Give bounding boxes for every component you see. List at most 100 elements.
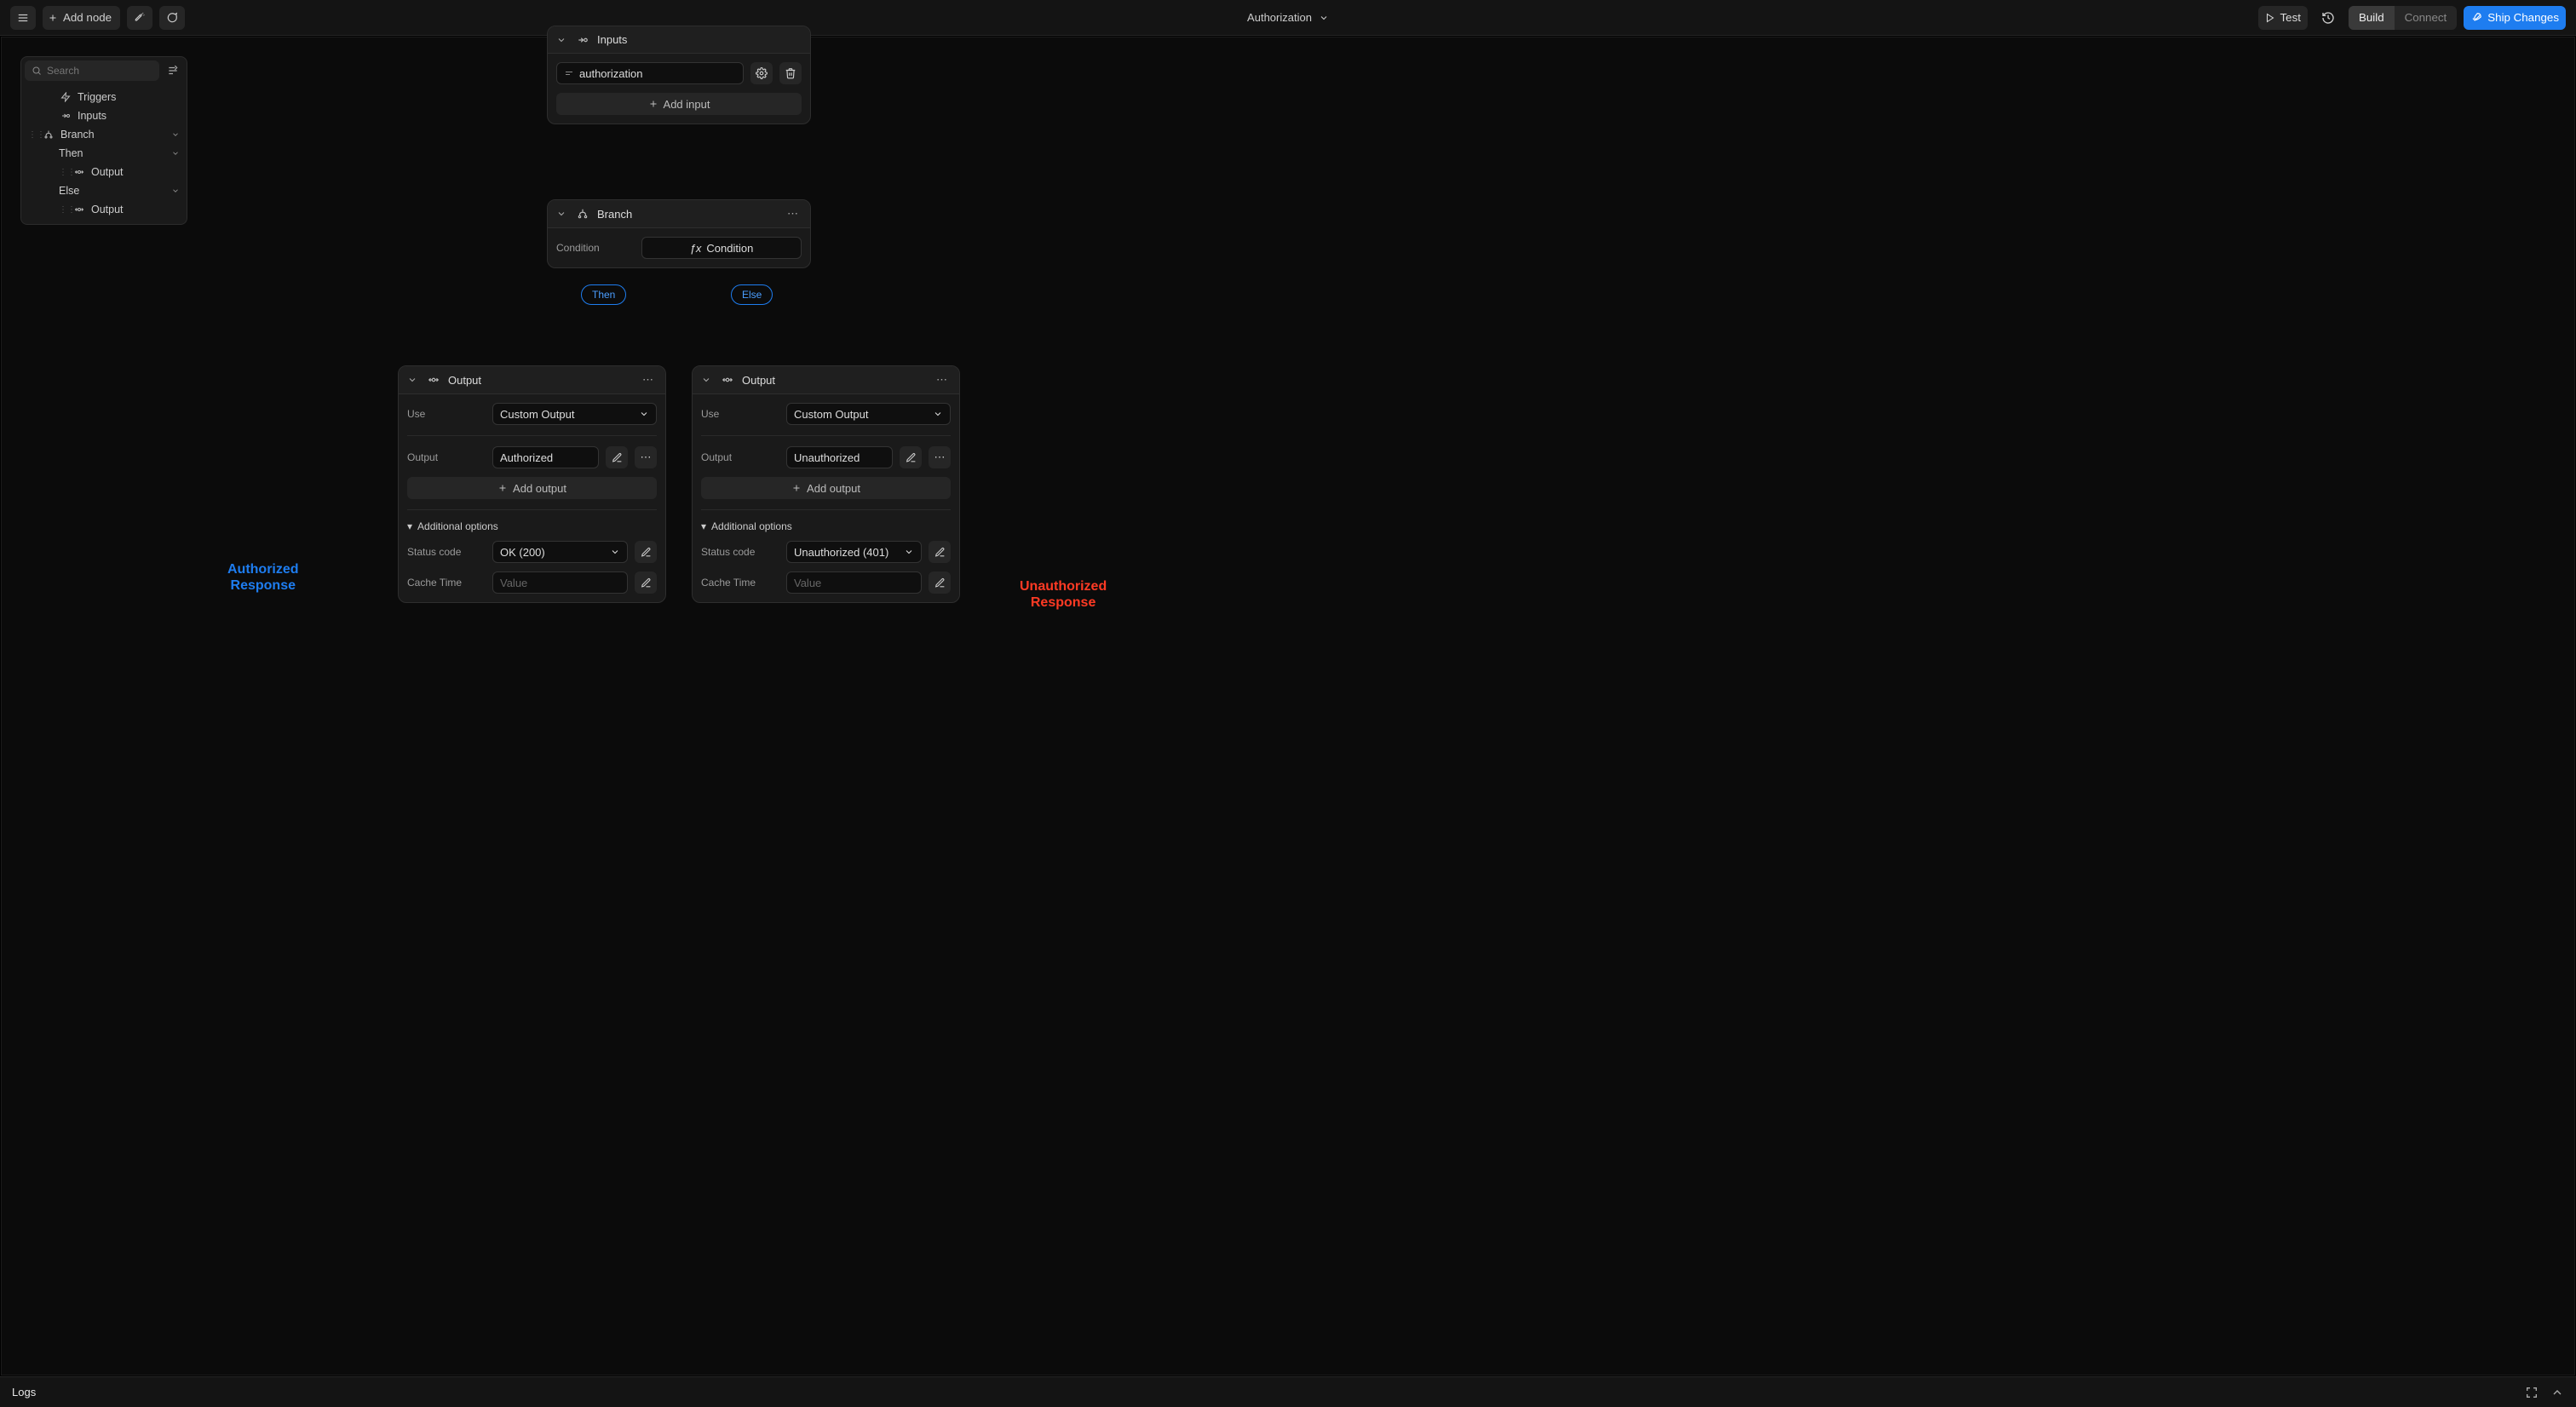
chevron-down-icon[interactable] <box>701 375 713 385</box>
chevron-down-icon <box>904 547 914 557</box>
plus-icon <box>497 483 508 493</box>
comment-icon <box>166 12 178 24</box>
annotation-unauthorized: Unauthorized Response <box>1020 578 1107 611</box>
add-input-label: Add input <box>664 98 710 111</box>
status-code-label: Status code <box>701 546 779 558</box>
caret-down-icon: ▾ <box>701 520 706 532</box>
expand-up-button[interactable] <box>2550 1386 2564 1399</box>
more-button[interactable]: ⋯ <box>929 446 951 468</box>
use-select[interactable]: Custom Output <box>492 403 657 425</box>
status-code-select[interactable]: Unauthorized (401) <box>786 541 922 563</box>
edit-button[interactable] <box>929 571 951 594</box>
edit-button[interactable] <box>635 541 657 563</box>
condition-label: Condition <box>556 242 635 254</box>
branch-then-pill[interactable]: Then <box>581 284 626 305</box>
plus-icon <box>48 13 58 23</box>
additional-options-label: Additional options <box>417 520 498 532</box>
node-output-authorized[interactable]: Output ⋯ Use Custom Output Output <box>398 365 666 603</box>
logs-label[interactable]: Logs <box>12 1386 36 1398</box>
additional-options-label: Additional options <box>711 520 792 532</box>
menu-button[interactable] <box>10 6 36 30</box>
cache-time-field[interactable]: Value <box>786 571 922 594</box>
status-code-label: Status code <box>407 546 486 558</box>
ship-label: Ship Changes <box>2487 11 2559 24</box>
node-title: Output <box>742 374 926 387</box>
output-label: Output <box>701 451 779 463</box>
edit-button[interactable] <box>606 446 628 468</box>
menu-icon <box>17 12 29 24</box>
cache-time-placeholder: Value <box>500 577 620 589</box>
history-button[interactable] <box>2314 6 2342 30</box>
chevron-down-icon <box>610 547 620 557</box>
settings-button[interactable] <box>750 62 773 84</box>
output-value-field[interactable]: Authorized <box>492 446 599 468</box>
edit-button[interactable] <box>635 571 657 594</box>
add-output-button[interactable]: Add output <box>407 477 657 499</box>
output-icon <box>720 374 735 386</box>
more-button[interactable]: ⋯ <box>933 373 951 387</box>
output-label: Output <box>407 451 486 463</box>
chevron-down-icon[interactable] <box>556 209 568 219</box>
output-icon <box>426 374 441 386</box>
page-title-group[interactable]: Authorization <box>1247 11 1329 24</box>
chevron-down-icon <box>933 409 943 419</box>
input-field-authorization[interactable]: authorization <box>556 62 744 84</box>
use-select[interactable]: Custom Output <box>786 403 951 425</box>
comment-button[interactable] <box>159 6 185 30</box>
additional-options-toggle[interactable]: ▾ Additional options <box>407 520 657 532</box>
branch-else-pill[interactable]: Else <box>731 284 773 305</box>
fullscreen-button[interactable] <box>2525 1386 2539 1399</box>
play-icon <box>2265 13 2275 23</box>
add-node-button[interactable]: Add node <box>43 6 120 30</box>
chevron-down-icon[interactable] <box>556 35 568 45</box>
build-tab[interactable]: Build <box>2349 6 2395 30</box>
add-output-button[interactable]: Add output <box>701 477 951 499</box>
status-code-select[interactable]: OK (200) <box>492 541 628 563</box>
chevron-down-icon <box>639 409 649 419</box>
canvas-area[interactable]: Triggers Inputs ⋮⋮ Branch <box>1 37 2575 1375</box>
cache-time-label: Cache Time <box>407 577 486 589</box>
node-title: Branch <box>597 208 777 221</box>
footer-bar: Logs <box>0 1376 2576 1407</box>
mode-segment: Build Connect <box>2349 6 2457 30</box>
ship-changes-button[interactable]: Ship Changes <box>2464 6 2566 30</box>
plus-icon <box>791 483 802 493</box>
delete-button[interactable] <box>779 62 802 84</box>
chevron-down-icon <box>1319 13 1329 23</box>
status-code-value: Unauthorized (401) <box>794 546 899 559</box>
more-button[interactable]: ⋯ <box>784 207 802 221</box>
plus-icon <box>648 99 658 109</box>
test-button[interactable]: Test <box>2258 6 2308 30</box>
caret-down-icon: ▾ <box>407 520 412 532</box>
input-icon <box>575 34 590 46</box>
node-inputs[interactable]: Inputs authorization <box>547 26 811 124</box>
cache-time-label: Cache Time <box>701 577 779 589</box>
output-value-field[interactable]: Unauthorized <box>786 446 893 468</box>
more-button[interactable]: ⋯ <box>639 373 657 387</box>
node-branch[interactable]: Branch ⋯ Condition ƒx Condition <box>547 199 811 268</box>
additional-options-toggle[interactable]: ▾ Additional options <box>701 520 951 532</box>
condition-chip[interactable]: ƒx Condition <box>641 237 802 259</box>
condition-chip-text: Condition <box>706 242 753 255</box>
node-output-unauthorized[interactable]: Output ⋯ Use Custom Output Output <box>692 365 960 603</box>
magic-button[interactable] <box>127 6 152 30</box>
add-output-label: Add output <box>513 482 566 495</box>
cache-time-placeholder: Value <box>794 577 914 589</box>
topbar: Add node Authorization Test <box>0 0 2576 36</box>
annotation-authorized: Authorized Response <box>227 561 299 594</box>
edit-button[interactable] <box>900 446 922 468</box>
use-label: Use <box>701 408 779 420</box>
add-input-button[interactable]: Add input <box>556 93 802 115</box>
page-title: Authorization <box>1247 11 1312 24</box>
chevron-down-icon[interactable] <box>407 375 419 385</box>
branch-icon <box>575 208 590 220</box>
status-code-value: OK (200) <box>500 546 605 559</box>
wand-icon <box>134 12 146 24</box>
output-value: Unauthorized <box>794 451 885 464</box>
more-button[interactable]: ⋯ <box>635 446 657 468</box>
connector-wires <box>2 37 257 165</box>
use-select-value: Custom Output <box>500 408 634 421</box>
edit-button[interactable] <box>929 541 951 563</box>
cache-time-field[interactable]: Value <box>492 571 628 594</box>
connect-tab[interactable]: Connect <box>2395 6 2458 30</box>
